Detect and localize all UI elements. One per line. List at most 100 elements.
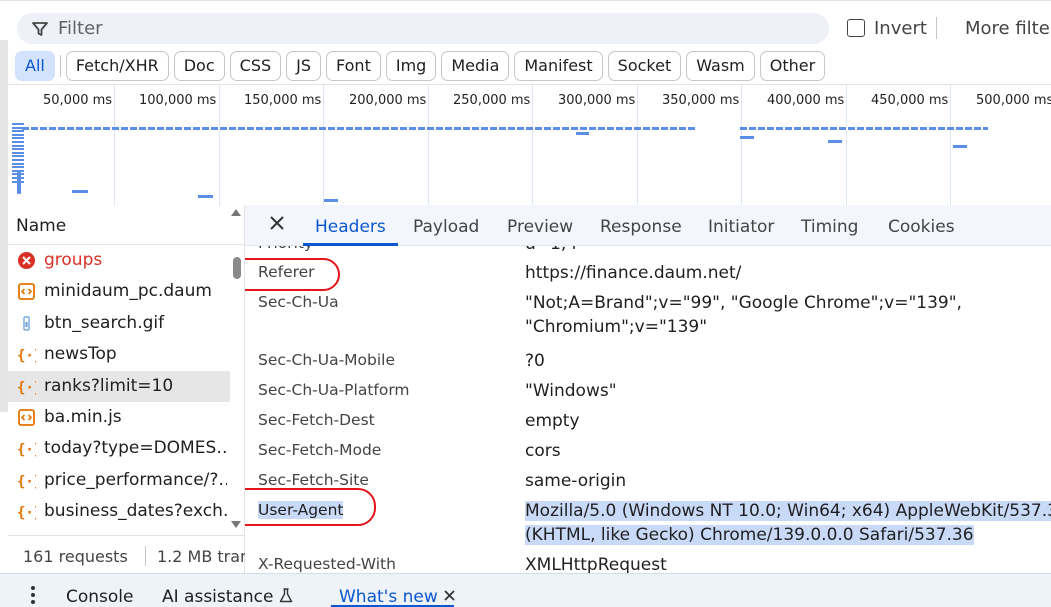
request-name: ranks?limit=10 <box>44 375 174 396</box>
tab-response[interactable]: Response <box>600 217 682 237</box>
timeline-request-bar <box>12 148 24 151</box>
timeline-request-bar <box>12 151 24 154</box>
timeline-request-bar <box>12 173 24 176</box>
tab-cookies[interactable]: Cookies <box>888 217 955 237</box>
request-row[interactable]: groups <box>8 245 230 276</box>
timeline-tick-label: 250,000 ms <box>453 93 531 108</box>
filter-toolbar: Filter Invert More filter <box>0 0 1051 48</box>
header-key: Priority <box>258 246 313 252</box>
request-name: business_dates?exch… <box>44 501 227 522</box>
fetch-icon: {·} <box>17 502 42 521</box>
network-status-bar: 161 requests 1.2 MB transferred <box>8 535 245 575</box>
tab-payload[interactable]: Payload <box>413 217 479 237</box>
request-row[interactable]: btn_search.gif <box>8 308 230 339</box>
request-row[interactable]: minidaum_pc.daum <box>8 276 230 307</box>
fetch-icon: {·} <box>17 471 42 490</box>
drawer-tab-label: AI assistance <box>162 587 274 607</box>
header-value[interactable]: XMLHttpRequest <box>525 553 667 573</box>
invert-label[interactable]: Invert <box>874 18 927 39</box>
invert-checkbox[interactable] <box>847 19 865 37</box>
tab-headers[interactable]: Headers <box>315 217 386 237</box>
header-value[interactable]: "Not;A=Brand";v="99", "Google Chrome";v=… <box>525 291 962 339</box>
more-filters-dropdown[interactable]: More filter <box>965 18 1051 39</box>
type-filter-other[interactable]: Other <box>759 51 826 81</box>
toolbar-divider <box>936 17 937 39</box>
timeline-request-bar <box>12 123 24 125</box>
filter-icon <box>32 22 48 36</box>
name-column-header[interactable]: Name <box>16 216 66 236</box>
svg-text:{·}: {·} <box>17 474 36 490</box>
error-icon <box>17 251 36 270</box>
header-value-line: ?0 <box>525 351 545 371</box>
header-value-line: XMLHttpRequest <box>525 555 667 573</box>
close-icon[interactable] <box>267 213 287 233</box>
header-value[interactable]: https://finance.daum.net/ <box>525 261 741 285</box>
timeline-gridline <box>323 85 324 206</box>
drawer-tab-console[interactable]: Console <box>66 587 134 607</box>
tab-initiator[interactable]: Initiator <box>708 217 774 237</box>
request-row[interactable]: {·} today?type=DOMES… <box>8 433 230 464</box>
timeline-request-bar <box>740 136 754 139</box>
type-filter-media[interactable]: Media <box>441 51 510 81</box>
type-filter-doc[interactable]: Doc <box>173 51 225 81</box>
request-row[interactable]: {·} ranks?limit=10 <box>8 370 230 402</box>
close-tab-icon[interactable] <box>438 587 456 607</box>
bottom-drawer: Console AI assistance What's new <box>0 573 1051 607</box>
timeline-request-bar <box>12 133 24 136</box>
list-scrollbar-thumb[interactable] <box>233 257 241 279</box>
request-row[interactable]: {·} newsTop <box>8 339 230 370</box>
more-options-icon[interactable] <box>31 586 35 604</box>
scroll-down-arrow-icon[interactable] <box>231 521 241 528</box>
svg-text:{·}: {·} <box>17 442 36 458</box>
request-row[interactable]: {·} price_performance/?… <box>8 465 230 496</box>
type-filter-img[interactable]: Img <box>385 51 437 81</box>
type-filter-all[interactable]: All <box>15 51 55 81</box>
type-filter-fetch-xhr[interactable]: Fetch/XHR <box>65 51 169 81</box>
type-filter-wasm[interactable]: Wasm <box>686 51 755 81</box>
scroll-up-arrow-icon[interactable] <box>231 209 241 216</box>
timeline-tick-label: 300,000 ms <box>558 93 636 108</box>
tab-timing[interactable]: Timing <box>801 217 858 237</box>
type-filter-css[interactable]: CSS <box>229 51 282 81</box>
type-filter-js[interactable]: JS <box>286 51 321 81</box>
timeline-request-bar <box>12 144 24 147</box>
drawer-tab-ai-assistance[interactable]: AI assistance <box>162 587 293 607</box>
tab-preview[interactable]: Preview <box>507 217 573 237</box>
filter-input[interactable]: Filter <box>17 13 829 44</box>
header-value[interactable]: Mozilla/5.0 (Windows NT 10.0; Win64; x64… <box>525 499 1051 547</box>
type-filter-socket[interactable]: Socket <box>607 51 682 81</box>
annotation-circle-referer <box>245 258 340 291</box>
timeline-request-bar <box>12 155 24 158</box>
timeline-request-bar <box>12 159 24 161</box>
flask-icon <box>273 587 293 607</box>
timeline-request-bar <box>12 166 24 169</box>
transferred-size: 1.2 MB transferred <box>157 547 245 566</box>
timeline-request-bar <box>12 162 24 165</box>
header-value[interactable]: same-origin <box>525 469 626 493</box>
request-name: today?type=DOMES… <box>44 438 227 459</box>
svg-text:{·}: {·} <box>17 380 36 396</box>
timeline-tick-label: 450,000 ms <box>871 93 949 108</box>
drawer-tab-what-s-new[interactable]: What's new <box>339 587 456 607</box>
header-value[interactable]: ?0 <box>525 349 545 373</box>
type-filter-font[interactable]: Font <box>326 51 381 81</box>
header-key: X-Requested-With <box>258 555 396 573</box>
network-overview-timeline[interactable]: 50,000 ms 100,000 ms 150,000 ms 200,000 ms 2… <box>8 84 1051 206</box>
header-key: Sec-Ch-Ua-Platform <box>258 381 410 399</box>
request-row[interactable]: {·} business_dates?exch… <box>8 496 230 527</box>
header-value[interactable]: cors <box>525 439 561 463</box>
header-value-line: https://finance.daum.net/ <box>525 263 742 283</box>
request-row[interactable]: ba.min.js <box>8 402 230 433</box>
image-icon <box>17 314 36 333</box>
header-value[interactable]: empty <box>525 409 580 433</box>
type-filter-manifest[interactable]: Manifest <box>514 51 603 81</box>
timeline-request-bar <box>72 190 88 193</box>
timeline-gridline <box>532 85 533 206</box>
timeline-request-bar <box>22 127 696 130</box>
timeline-gridline <box>114 85 115 206</box>
header-value[interactable]: "Windows" <box>525 379 617 403</box>
timeline-gridline <box>428 85 429 206</box>
request-list-header[interactable]: Name <box>8 205 245 245</box>
chip-divider <box>59 55 61 77</box>
request-name: groups <box>44 250 103 270</box>
